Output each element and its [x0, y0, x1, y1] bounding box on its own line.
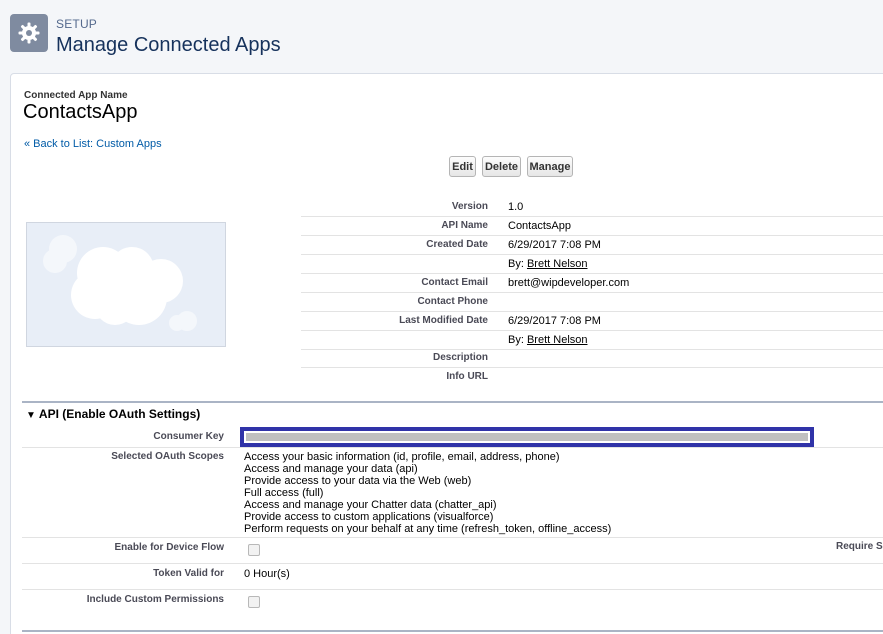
scopes-list: Access your basic information (id, profi… — [244, 451, 611, 535]
detail-row-created-date: Created Date 6/29/2017 7:08 PM — [301, 236, 883, 255]
section-divider — [22, 401, 883, 403]
created-by-user-link[interactable]: Brett Nelson — [527, 258, 588, 270]
delete-button[interactable]: Delete — [482, 156, 521, 177]
detail-label: Contact Email — [421, 277, 488, 288]
section-divider — [22, 630, 883, 632]
edit-button[interactable]: Edit — [449, 156, 476, 177]
detail-row-info-url: Info URL — [301, 368, 883, 387]
app-name: ContactsApp — [23, 101, 138, 123]
scope-item: Perform requests on your behalf at any t… — [244, 523, 612, 535]
detail-row-description: Description — [301, 349, 883, 368]
by-text: By: — [508, 334, 524, 346]
token-valid-row: Token Valid for 0 Hour(s) — [22, 564, 883, 590]
token-valid-label: Token Valid for — [153, 568, 224, 579]
scope-item: Provide access to custom applications (v… — [244, 511, 494, 523]
detail-label: Contact Phone — [417, 296, 488, 307]
created-by-value: By: Brett Nelson — [508, 258, 588, 270]
detail-label: API Name — [441, 220, 488, 231]
by-text: By: — [508, 258, 524, 270]
detail-label: Last Modified Date — [399, 315, 488, 326]
detail-label: Version — [451, 201, 488, 212]
scope-item: Access your basic information (id, profi… — [244, 451, 560, 463]
collapse-triangle-icon[interactable]: ▼ — [26, 410, 36, 421]
detail-value: 6/29/2017 7:08 PM — [508, 315, 601, 327]
detail-row-api-name: API Name ContactsApp — [301, 217, 883, 236]
custom-permissions-label: Include Custom Permissions — [86, 594, 224, 605]
setup-label: SETUP — [56, 17, 98, 31]
detail-label: Info URL — [446, 371, 488, 382]
custom-permissions-row: Include Custom Permissions — [22, 590, 883, 618]
oauth-section-header[interactable]: ▼ API (Enable OAuth Settings) — [26, 407, 200, 421]
scope-item: Provide access to your data via the Web … — [244, 475, 472, 487]
detail-row-modified-by: By: Brett Nelson — [301, 331, 883, 350]
consumer-key-redacted — [246, 433, 808, 441]
detail-row-created-by: By: Brett Nelson — [301, 255, 883, 274]
modified-by-value: By: Brett Nelson — [508, 334, 588, 346]
detail-value: brett@wipdeveloper.com — [508, 277, 630, 289]
detail-label: Description — [432, 352, 488, 363]
require-label: Require S — [836, 541, 883, 552]
manage-button[interactable]: Manage — [527, 156, 573, 177]
modified-by-user-link[interactable]: Brett Nelson — [527, 334, 588, 346]
scope-item: Full access (full) — [244, 487, 324, 499]
detail-value: 1.0 — [508, 201, 524, 213]
detail-value: ContactsApp — [508, 220, 571, 232]
cloud-icon — [43, 235, 197, 331]
detail-value: 6/29/2017 7:08 PM — [508, 239, 601, 251]
oauth-scopes-row: Selected OAuth Scopes Access your basic … — [22, 448, 883, 538]
back-to-list-link[interactable]: « Back to List: Custom Apps — [24, 138, 162, 150]
consumer-key-label: Consumer Key — [153, 431, 224, 442]
section-title: API (Enable OAuth Settings) — [38, 407, 201, 421]
device-flow-checkbox[interactable] — [248, 544, 260, 556]
scopes-label: Selected OAuth Scopes — [111, 451, 224, 462]
app-logo — [26, 222, 226, 347]
page-header: SETUP Manage Connected Apps — [0, 0, 883, 72]
connected-app-name-label: Connected App Name — [24, 90, 128, 101]
detail-row-version: Version 1.0 — [301, 198, 883, 217]
device-flow-label: Enable for Device Flow — [114, 542, 224, 553]
detail-row-contact-email: Contact Email brett@wipdeveloper.com — [301, 274, 883, 293]
detail-label: Created Date — [426, 239, 488, 250]
detail-row-last-modified-date: Last Modified Date 6/29/2017 7:08 PM — [301, 312, 883, 331]
device-flow-row: Enable for Device Flow — [22, 538, 883, 564]
scope-item: Access and manage your data (api) — [244, 463, 418, 475]
detail-row-contact-phone: Contact Phone — [301, 293, 883, 312]
page-title: Manage Connected Apps — [56, 34, 281, 56]
custom-permissions-checkbox[interactable] — [248, 596, 260, 608]
consumer-key-value[interactable] — [240, 427, 814, 447]
scope-item: Access and manage your Chatter data (cha… — [244, 499, 497, 511]
token-valid-value: 0 Hour(s) — [244, 568, 290, 580]
gear-icon — [10, 14, 48, 52]
